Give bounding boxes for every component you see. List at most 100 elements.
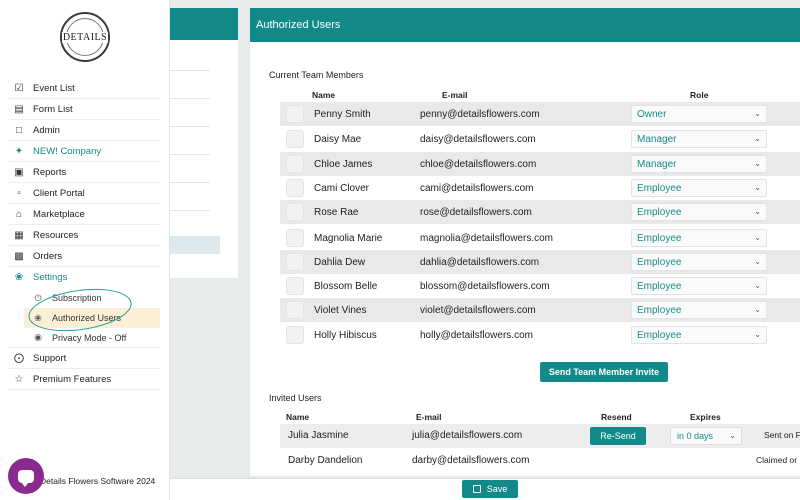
sparkle-icon: ✦ xyxy=(14,145,24,157)
image-icon: ▦ xyxy=(14,229,24,241)
avatar xyxy=(286,203,304,221)
sidebar-subitem-label: Privacy Mode - Off xyxy=(52,332,127,343)
role-value: Employee xyxy=(637,304,682,316)
footer-copyright: Details Flowers Software 2024 xyxy=(40,476,156,486)
chevron-down-icon: ⌄ xyxy=(754,207,761,216)
leaf-icon: ❀ xyxy=(34,312,42,323)
role-value: Employee xyxy=(637,232,682,244)
secondary-panel-header xyxy=(170,8,238,40)
column-header-name: Name xyxy=(286,412,310,422)
calendar-check-icon: ☑ xyxy=(14,82,24,94)
sidebar-item-reports[interactable]: ▣ Reports xyxy=(8,162,160,183)
sidebar-item-label: Premium Features xyxy=(33,373,112,385)
role-value: Owner xyxy=(637,108,667,120)
resend-button[interactable]: Re-Send xyxy=(590,427,646,445)
sidebar-item-orders[interactable]: ▩ Orders xyxy=(8,246,160,267)
sidebar-item-label: Reports xyxy=(33,166,67,178)
table-row: Blossom Belle blossom@detailsflowers.com… xyxy=(280,274,800,298)
sidebar-item-label: Settings xyxy=(33,272,68,283)
role-select[interactable]: Employee ⌄ xyxy=(631,203,767,221)
sidebar-item-support[interactable]: ⨀ Support xyxy=(8,348,160,369)
avatar xyxy=(286,155,304,173)
invited-name: Darby Dandelion xyxy=(288,455,363,466)
sidebar-item-event-list[interactable]: ☑ Event List xyxy=(8,78,160,99)
sidebar-item-form-list[interactable]: ▤ Form List xyxy=(8,99,160,120)
role-select[interactable]: Employee ⌄ xyxy=(631,253,767,271)
invited-email: darby@detailsflowers.com xyxy=(412,455,530,466)
sidebar-item-new-company[interactable]: ✦ NEW! Company xyxy=(8,141,160,162)
divider xyxy=(170,70,210,71)
table-row: Magnolia Marie magnolia@detailsflowers.c… xyxy=(280,226,800,250)
chat-button[interactable] xyxy=(8,458,44,494)
sidebar-item-admin[interactable]: □ Admin xyxy=(8,120,160,141)
table-row: Violet Vines violet@detailsflowers.com E… xyxy=(280,298,800,322)
lock-icon: □ xyxy=(15,124,23,136)
sidebar-subitem-subscription[interactable]: ⏻ Subscription xyxy=(8,288,160,308)
role-select[interactable]: Employee ⌄ xyxy=(631,326,767,344)
save-bar: Save xyxy=(170,478,800,500)
member-email: daisy@detailsflowers.com xyxy=(420,133,536,145)
sidebar-subitem-privacy-mode[interactable]: ◉ Privacy Mode - Off xyxy=(8,328,160,348)
table-row: Daisy Mae daisy@detailsflowers.com Manag… xyxy=(280,127,800,151)
role-select[interactable]: Owner ⌄ xyxy=(631,105,767,123)
column-header-email: E-mail xyxy=(442,90,468,100)
sidebar-item-client-portal[interactable]: ▫ Client Portal xyxy=(8,183,160,204)
invite-status: Claimed or xyxy=(756,455,798,465)
member-name: Rose Rae xyxy=(314,206,359,218)
store-icon: ⌂ xyxy=(15,208,23,220)
expires-select[interactable]: in 0 days ⌄ xyxy=(670,427,742,445)
column-header-email: E-mail xyxy=(416,412,442,422)
power-icon: ⏻ xyxy=(34,292,42,303)
avatar xyxy=(286,229,304,247)
orders-icon: ▩ xyxy=(14,250,24,262)
avatar xyxy=(286,179,304,197)
sidebar-item-marketplace[interactable]: ⌂ Marketplace xyxy=(8,204,160,225)
section-title-current: Current Team Members xyxy=(269,70,364,80)
role-select[interactable]: Employee ⌄ xyxy=(631,301,767,319)
portal-icon: ▫ xyxy=(17,187,21,199)
chevron-down-icon: ⌄ xyxy=(754,281,761,290)
sidebar-subitem-authorized-users[interactable]: ❀ Authorized Users xyxy=(24,308,160,328)
role-value: Employee xyxy=(637,280,682,292)
secondary-panel-selected xyxy=(170,236,220,254)
member-email: dahlia@detailsflowers.com xyxy=(420,256,540,268)
sidebar-item-label: Support xyxy=(33,352,67,364)
avatar xyxy=(286,301,304,319)
column-header-expires: Expires xyxy=(690,412,721,422)
avatar xyxy=(286,253,304,271)
sidebar-item-label: Resources xyxy=(33,229,79,241)
sidebar-item-settings[interactable]: ❀ Settings xyxy=(8,267,160,288)
role-select[interactable]: Employee ⌄ xyxy=(631,277,767,295)
invited-email: julia@detailsflowers.com xyxy=(412,430,523,441)
role-select[interactable]: Employee ⌄ xyxy=(631,229,767,247)
sidebar-subitem-label: Subscription xyxy=(52,293,102,303)
sidebar-item-resources[interactable]: ▦ Resources xyxy=(8,225,160,246)
table-row: Penny Smith penny@detailsflowers.com Own… xyxy=(280,102,800,126)
sidebar-item-premium-features[interactable]: ☆ Premium Features xyxy=(8,369,160,390)
save-button[interactable]: Save xyxy=(462,480,518,498)
divider xyxy=(170,98,210,99)
chevron-down-icon: ⌄ xyxy=(754,109,761,118)
member-name: Magnolia Marie xyxy=(314,232,383,244)
send-invite-button[interactable]: Send Team Member Invite xyxy=(540,362,668,382)
expires-value: in 0 days xyxy=(677,431,714,441)
role-select[interactable]: Manager ⌄ xyxy=(631,155,767,173)
sidebar-nav: ☑ Event List ▤ Form List □ Admin ✦ NEW! … xyxy=(8,78,160,390)
table-row: Rose Rae rose@detailsflowers.com Employe… xyxy=(280,200,800,224)
toggle-icon: ◉ xyxy=(34,332,42,342)
logo-text: DETAILS xyxy=(61,31,109,43)
divider xyxy=(170,126,210,127)
member-email: penny@detailsflowers.com xyxy=(420,108,540,120)
floppy-disk-icon xyxy=(472,485,481,493)
role-select[interactable]: Manager ⌄ xyxy=(631,130,767,148)
chevron-down-icon: ⌄ xyxy=(754,330,761,339)
sidebar-item-label: Form List xyxy=(33,103,73,115)
company-logo[interactable]: DETAILS xyxy=(60,12,110,62)
column-header-name: Name xyxy=(312,90,336,100)
invited-name: Julia Jasmine xyxy=(288,430,349,441)
table-row: Holly Hibiscus holly@detailsflowers.com … xyxy=(280,323,800,347)
member-email: rose@detailsflowers.com xyxy=(420,206,532,218)
sidebar-item-label: Event List xyxy=(33,82,75,94)
role-select[interactable]: Employee ⌄ xyxy=(631,179,767,197)
chevron-down-icon: ⌄ xyxy=(754,257,761,266)
